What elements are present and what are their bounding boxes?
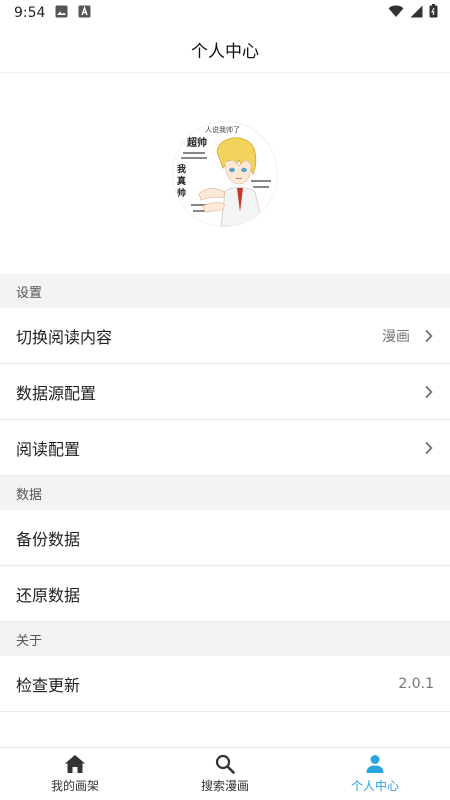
- row-data-source-config[interactable]: 数据源配置: [0, 364, 450, 420]
- section-header-settings: 设置: [0, 274, 450, 308]
- section-title: 关于: [16, 633, 43, 649]
- status-bar: 9:54: [0, 0, 450, 26]
- nav-label: 搜索漫画: [200, 779, 249, 793]
- section-header-about: 关于: [0, 622, 450, 656]
- nav-item-profile[interactable]: 个人中心: [300, 754, 450, 794]
- row-check-update[interactable]: 检查更新 2.0.1: [0, 656, 450, 712]
- row-right: 2.0.1: [398, 676, 434, 692]
- row-right: [424, 441, 434, 455]
- chevron-right-icon: [425, 441, 433, 454]
- wifi-icon: [388, 5, 404, 22]
- row-label: 切换阅读内容: [16, 327, 113, 347]
- section-title: 数据: [16, 487, 43, 503]
- section-title: 设置: [16, 285, 43, 301]
- row-label: 备份数据: [16, 529, 81, 549]
- svg-text:帅: 帅: [177, 187, 186, 199]
- row-label: 数据源配置: [16, 383, 97, 403]
- status-left: 9:54: [14, 5, 91, 22]
- row-right: 漫画: [382, 326, 434, 346]
- home-icon: [65, 755, 85, 773]
- avatar[interactable]: 人说我帅了 超帅 我 真 帅: [173, 121, 277, 226]
- nav-item-my-shelf[interactable]: 我的画架: [0, 754, 150, 794]
- page-title: 个人中心: [191, 41, 259, 62]
- row-label: 还原数据: [16, 585, 81, 605]
- nav-label: 个人中心: [350, 779, 399, 793]
- header: 个人中心: [0, 26, 450, 73]
- status-time: 9:54: [14, 5, 46, 21]
- search-icon: [215, 754, 235, 774]
- person-icon: [366, 755, 384, 773]
- row-label: 检查更新: [16, 675, 81, 695]
- row-restore-data[interactable]: 还原数据: [0, 566, 450, 622]
- row-reading-config[interactable]: 阅读配置: [0, 420, 450, 476]
- bottom-nav: 我的画架 搜索漫画 个人中心: [0, 747, 450, 800]
- svg-text:超帅: 超帅: [186, 136, 207, 149]
- chevron-right-icon: [425, 329, 433, 342]
- battery-icon: [429, 4, 438, 22]
- row-right: [424, 385, 434, 399]
- section-header-data: 数据: [0, 476, 450, 510]
- avatar-illustration: 人说我帅了 超帅 我 真 帅: [173, 121, 277, 226]
- status-right: [388, 4, 438, 22]
- row-backup-data[interactable]: 备份数据: [0, 510, 450, 566]
- text-icon: [78, 5, 91, 22]
- svg-text:人说我帅了: 人说我帅了: [205, 125, 240, 134]
- nav-item-search-comics[interactable]: 搜索漫画: [150, 754, 300, 794]
- row-switch-reading-content[interactable]: 切换阅读内容 漫画: [0, 308, 450, 364]
- row-value: 漫画: [382, 328, 410, 345]
- screen: 9:54 个人中心 人说我帅了 超帅 我 真 帅 设置 切换阅读内容 漫画 数据…: [0, 0, 450, 800]
- signal-icon: [410, 5, 423, 22]
- image-icon: [55, 5, 68, 22]
- svg-text:真: 真: [177, 175, 186, 187]
- row-label: 阅读配置: [16, 439, 81, 459]
- version-value: 2.0.1: [398, 675, 434, 692]
- svg-text:我: 我: [177, 163, 186, 175]
- nav-label: 我的画架: [50, 779, 99, 793]
- chevron-right-icon: [425, 385, 433, 398]
- avatar-area: 人说我帅了 超帅 我 真 帅: [0, 73, 450, 274]
